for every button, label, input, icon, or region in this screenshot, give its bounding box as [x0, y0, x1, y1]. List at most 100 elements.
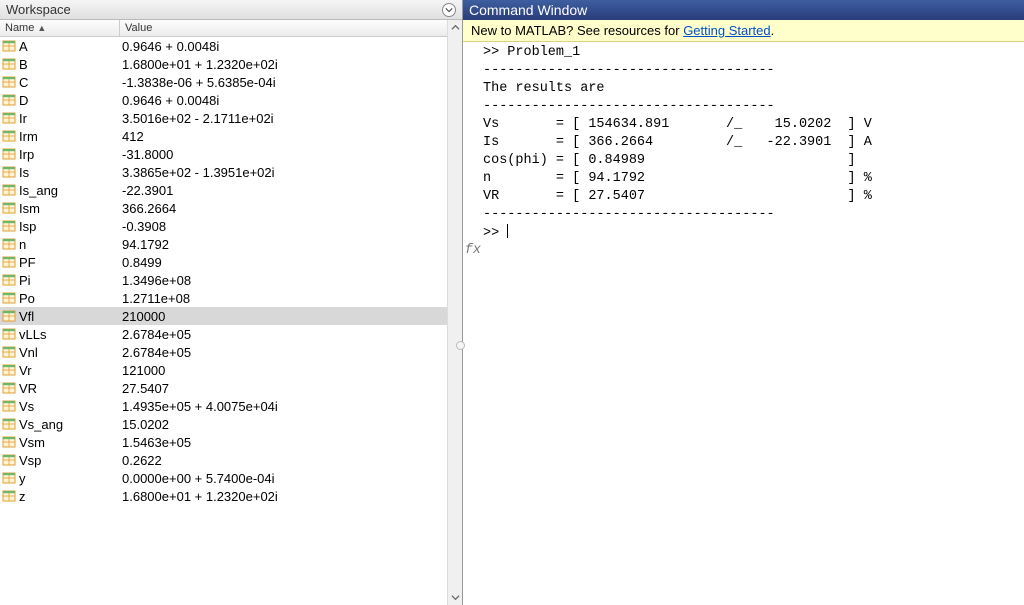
variable-name-cell: Ir: [0, 111, 120, 126]
workspace-row[interactable]: Is3.3865e+02 - 1.3951e+02i: [0, 163, 462, 181]
variable-name: Ir: [19, 111, 27, 126]
variable-icon: [2, 363, 16, 377]
command-prompt: >>: [483, 226, 507, 241]
variable-value: 0.9646 + 0.0048i: [120, 93, 462, 108]
workspace-row[interactable]: Ism366.2664: [0, 199, 462, 217]
workspace-scrollbar[interactable]: [447, 20, 462, 605]
variable-name: Vsm: [19, 435, 45, 450]
fx-icon[interactable]: fx: [465, 242, 481, 260]
variable-icon: [2, 399, 16, 413]
getting-started-bar: New to MATLAB? See resources for Getting…: [463, 20, 1024, 42]
variable-name: Irm: [19, 129, 38, 144]
variable-icon: [2, 93, 16, 107]
variable-name: Irp: [19, 147, 34, 162]
workspace-row[interactable]: Ir3.5016e+02 - 2.1711e+02i: [0, 109, 462, 127]
variable-name: C: [19, 75, 28, 90]
variable-name: Is: [19, 165, 29, 180]
workspace-row[interactable]: z1.6800e+01 + 1.2320e+02i: [0, 487, 462, 505]
variable-name: A: [19, 39, 28, 54]
scroll-up-button[interactable]: [448, 20, 463, 35]
variable-icon: [2, 345, 16, 359]
variable-name-cell: Vfl: [0, 309, 120, 324]
workspace-row[interactable]: A 0.9646 + 0.0048i: [0, 37, 462, 55]
variable-icon: [2, 75, 16, 89]
variable-name-cell: VR: [0, 381, 120, 396]
workspace-row[interactable]: Vsp0.2622: [0, 451, 462, 469]
variable-name: Vs_ang: [19, 417, 63, 432]
workspace-row[interactable]: Po1.2711e+08: [0, 289, 462, 307]
variable-value: 2.6784e+05: [120, 327, 462, 342]
workspace-row[interactable]: Isp-0.3908: [0, 217, 462, 235]
variable-icon: [2, 237, 16, 251]
variable-name-cell: Vs_ang: [0, 417, 120, 432]
workspace-row[interactable]: y0.0000e+00 + 5.7400e-04i: [0, 469, 462, 487]
workspace-menu-button[interactable]: [442, 3, 456, 17]
variable-value: 1.4935e+05 + 4.0075e+04i: [120, 399, 462, 414]
variable-icon: [2, 201, 16, 215]
workspace-row[interactable]: Is_ang-22.3901: [0, 181, 462, 199]
panel-divider-handle[interactable]: [456, 341, 465, 350]
variable-icon: [2, 183, 16, 197]
variable-value: -0.3908: [120, 219, 462, 234]
workspace-row[interactable]: Vs 1.4935e+05 + 4.0075e+04i: [0, 397, 462, 415]
variable-name-cell: z: [0, 489, 120, 504]
column-header-name[interactable]: Name ▲: [0, 20, 120, 36]
variable-icon: [2, 471, 16, 485]
cursor: [507, 224, 508, 238]
variable-name-cell: Po: [0, 291, 120, 306]
variable-value: 366.2664: [120, 201, 462, 216]
workspace-header: Workspace: [0, 0, 462, 20]
scroll-down-button[interactable]: [448, 590, 463, 605]
workspace-row[interactable]: VR27.5407: [0, 379, 462, 397]
variable-value: 1.5463e+05: [120, 435, 462, 450]
workspace-row[interactable]: Vs_ang15.0202: [0, 415, 462, 433]
variable-name-cell: vLLs: [0, 327, 120, 342]
variable-icon: [2, 255, 16, 269]
workspace-variable-list[interactable]: A0.9646 + 0.0048iB1.6800e+01 + 1.2320e+0…: [0, 37, 462, 605]
variable-name: Vs: [19, 399, 34, 414]
variable-value: 94.1792: [120, 237, 462, 252]
variable-name: Pi: [19, 273, 31, 288]
variable-value: 0.2622: [120, 453, 462, 468]
variable-name-cell: Isp: [0, 219, 120, 234]
variable-value: 2.6784e+05: [120, 345, 462, 360]
variable-name-cell: Ism: [0, 201, 120, 216]
workspace-row[interactable]: C -1.3838e-06 + 5.6385e-04i: [0, 73, 462, 91]
workspace-row[interactable]: Vnl2.6784e+05: [0, 343, 462, 361]
variable-icon: [2, 327, 16, 341]
workspace-row[interactable]: D0.9646 + 0.0048i: [0, 91, 462, 109]
variable-name: z: [19, 489, 26, 504]
variable-icon: [2, 129, 16, 143]
variable-icon: [2, 165, 16, 179]
info-text-suffix: .: [771, 23, 775, 38]
workspace-row[interactable]: B1.6800e+01 + 1.2320e+02i: [0, 55, 462, 73]
workspace-row[interactable]: vLLs2.6784e+05: [0, 325, 462, 343]
column-header-value[interactable]: Value: [120, 20, 462, 36]
command-gutter: fx: [465, 44, 483, 603]
workspace-row[interactable]: Irm412: [0, 127, 462, 145]
chevron-down-icon: [445, 6, 453, 14]
variable-value: -31.8000: [120, 147, 462, 162]
variable-name: y: [19, 471, 26, 486]
variable-value: 0.9646 + 0.0048i: [120, 39, 462, 54]
variable-icon: [2, 417, 16, 431]
chevron-up-icon: [451, 23, 460, 32]
workspace-row[interactable]: Vfl210000: [0, 307, 462, 325]
variable-name: B: [19, 57, 28, 72]
command-window-title: Command Window: [469, 0, 587, 20]
variable-value: 121000: [120, 363, 462, 378]
command-text[interactable]: >> Problem_1 ---------------------------…: [483, 44, 1022, 603]
variable-name-cell: Vsp: [0, 453, 120, 468]
workspace-row[interactable]: Irp -31.8000: [0, 145, 462, 163]
workspace-row[interactable]: Vsm 1.5463e+05: [0, 433, 462, 451]
workspace-row[interactable]: Pi1.3496e+08: [0, 271, 462, 289]
workspace-row[interactable]: Vr121000: [0, 361, 462, 379]
variable-value: -1.3838e-06 + 5.6385e-04i: [120, 75, 462, 90]
command-window-body[interactable]: fx >> Problem_1 ------------------------…: [463, 42, 1024, 605]
variable-icon: [2, 219, 16, 233]
getting-started-link[interactable]: Getting Started: [683, 23, 770, 38]
workspace-row[interactable]: PF0.8499: [0, 253, 462, 271]
variable-icon: [2, 39, 16, 53]
variable-name-cell: Is: [0, 165, 120, 180]
workspace-row[interactable]: n94.1792: [0, 235, 462, 253]
